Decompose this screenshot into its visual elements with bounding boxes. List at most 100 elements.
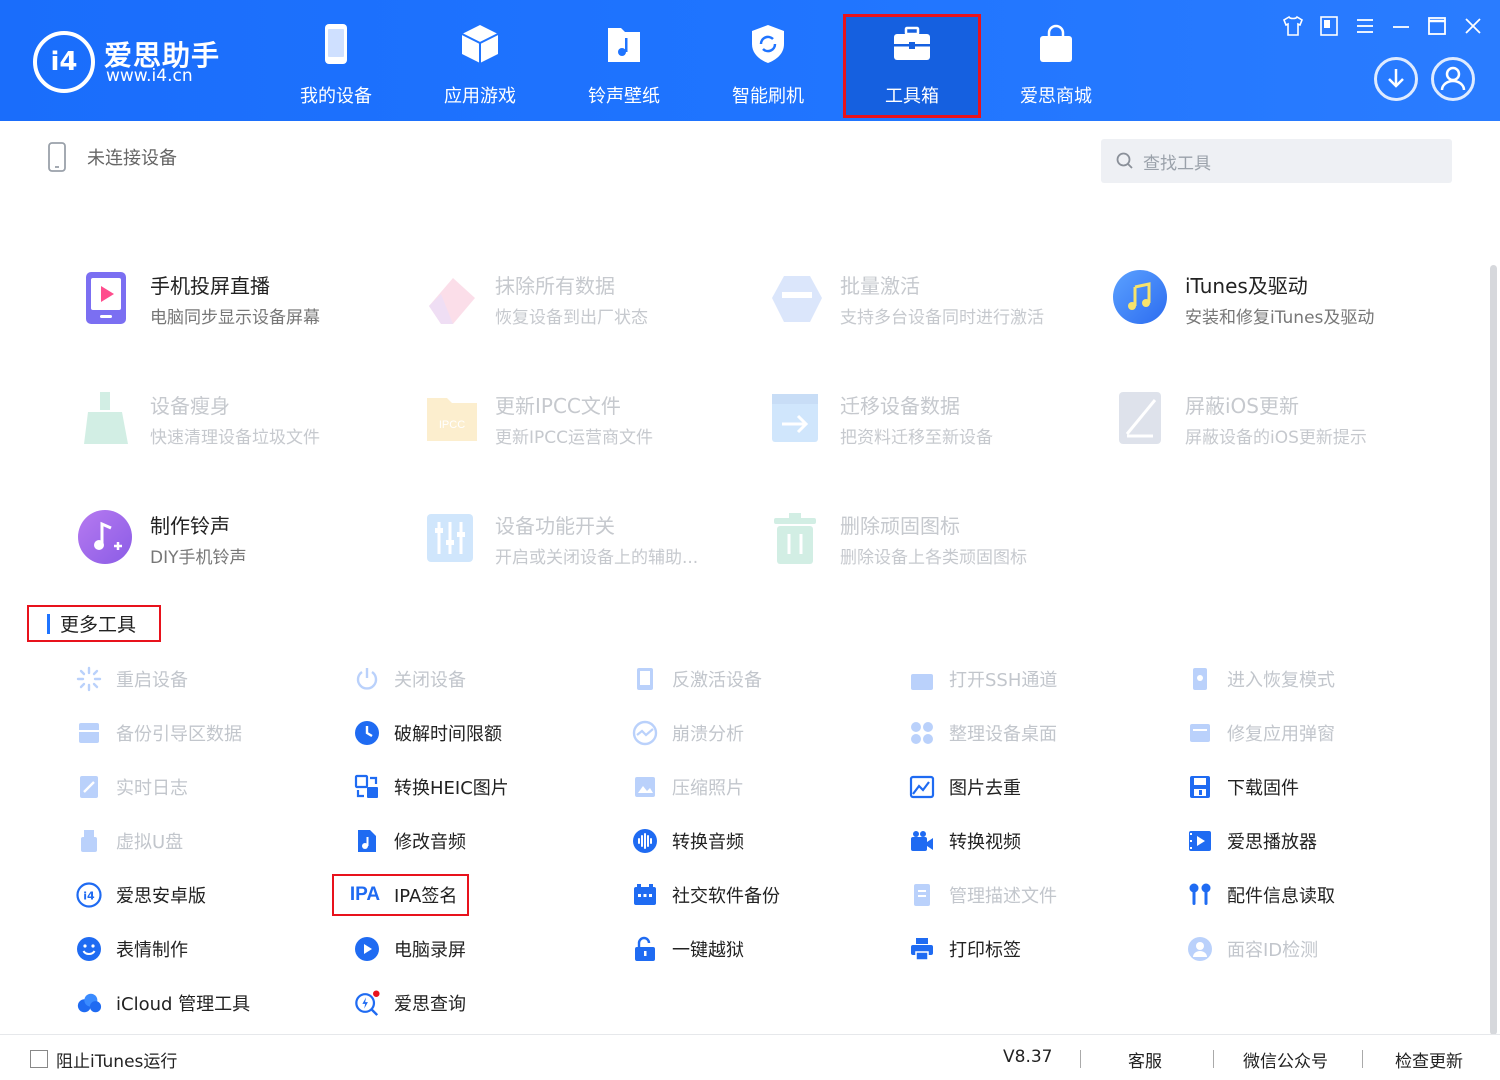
tool-screen-record[interactable]: 电脑录屏: [354, 932, 466, 966]
version-label: V8.37: [1003, 1047, 1053, 1067]
tool-emoji-maker[interactable]: 表情制作: [76, 932, 188, 966]
card-block-ios-update[interactable]: 屏蔽iOS更新 屏蔽设备的iOS更新提示: [1113, 390, 1443, 460]
tool-manage-profiles[interactable]: 管理描述文件: [909, 878, 1057, 912]
card-device-switches[interactable]: 设备功能开关 开启或关闭设备上的辅助...: [423, 510, 753, 580]
mini-mode-icon[interactable]: [1317, 14, 1341, 38]
card-make-ringtone[interactable]: 制作铃声 DIY手机铃声: [78, 510, 408, 580]
card-desc: 屏蔽设备的iOS更新提示: [1185, 428, 1367, 448]
unlock-icon: [635, 936, 655, 961]
tool-download-firmware[interactable]: 下载固件: [1187, 770, 1299, 804]
card-batch-activate[interactable]: 批量激活 支持多台设备同时进行激活: [768, 270, 1098, 340]
tool-recovery-mode[interactable]: 进入恢复模式: [1187, 662, 1335, 696]
tool-label: 爱思安卓版: [116, 886, 206, 907]
batch-activate-icon: [772, 276, 822, 322]
card-slim-device[interactable]: 设备瘦身 快速清理设备垃圾文件: [78, 390, 408, 460]
i4-logo-icon: i4: [33, 31, 95, 93]
block-itunes-checkbox[interactable]: [30, 1050, 48, 1068]
nav-store[interactable]: 爱思商城: [987, 14, 1125, 118]
block-itunes-label[interactable]: 阻止iTunes运行: [56, 1047, 177, 1072]
nav-smart-flash[interactable]: 智能刷机: [699, 14, 837, 118]
tool-organize-desktop[interactable]: 整理设备桌面: [909, 716, 1057, 750]
cloud-icon: [77, 993, 102, 1013]
download-icon: [1388, 69, 1404, 88]
tool-fix-app-popup[interactable]: 修复应用弹窗: [1187, 716, 1335, 750]
screen-cast-icon: [86, 272, 126, 324]
tool-open-ssh[interactable]: 打开SSH通道: [909, 662, 1057, 696]
tool-virtual-udisk[interactable]: 虚拟U盘: [76, 824, 183, 858]
music-note-icon: [1113, 270, 1167, 324]
tool-icloud-manager[interactable]: iCloud 管理工具: [76, 986, 250, 1020]
svg-text:i4: i4: [83, 890, 95, 903]
tool-accessory-info[interactable]: 配件信息读取: [1187, 878, 1335, 912]
ipcc-folder-icon: IPCC: [427, 398, 477, 441]
close-icon[interactable]: [1461, 14, 1485, 38]
card-desc: 把资料迁移至新设备: [840, 428, 993, 448]
scrollbar[interactable]: [1490, 265, 1497, 1035]
nav-apps-games[interactable]: 应用游戏: [411, 14, 549, 118]
toolbox-icon: [894, 26, 930, 60]
nav-my-device[interactable]: 我的设备: [267, 14, 405, 118]
footer-separator: [1213, 1050, 1214, 1068]
tool-label: 下载固件: [1227, 778, 1299, 799]
nav-label: 铃声壁纸: [588, 86, 660, 107]
earbuds-icon: [1189, 883, 1211, 905]
nav-ringtones-wallpapers[interactable]: 铃声壁纸: [555, 14, 693, 118]
tool-label: 电脑录屏: [394, 940, 466, 961]
nav-label: 智能刷机: [732, 86, 804, 107]
tool-crack-time-limit[interactable]: 破解时间限额: [354, 716, 502, 750]
migrate-icon: [772, 394, 818, 442]
minimize-icon[interactable]: [1389, 14, 1413, 38]
tool-realtime-log[interactable]: 实时日志: [76, 770, 188, 804]
customer-service-link[interactable]: 客服: [1128, 1047, 1162, 1072]
tool-convert-audio[interactable]: 转换音频: [632, 824, 744, 858]
skin-icon[interactable]: [1281, 14, 1305, 38]
tool-social-backup[interactable]: 社交软件备份: [632, 878, 780, 912]
download-center-button[interactable]: [1374, 57, 1418, 101]
card-title: 设备瘦身: [150, 394, 230, 418]
tool-i4-player[interactable]: 爱思播放器: [1187, 824, 1317, 858]
card-desc: 开启或关闭设备上的辅助...: [495, 548, 699, 568]
footer-separator: [1080, 1050, 1081, 1068]
tool-backup-boot[interactable]: 备份引导区数据: [76, 716, 242, 750]
tool-crash-analysis[interactable]: 崩溃分析: [632, 716, 744, 750]
tool-image-dedupe[interactable]: 图片去重: [909, 770, 1021, 804]
card-title: 制作铃声: [150, 514, 230, 538]
nav-toolbox[interactable]: 工具箱: [843, 14, 981, 118]
tool-convert-heic[interactable]: 转换HEIC图片: [354, 770, 509, 804]
maximize-icon[interactable]: [1425, 14, 1449, 38]
tool-print-label[interactable]: 打印标签: [909, 932, 1021, 966]
audio-file-icon: [358, 830, 376, 852]
tool-one-click-jailbreak[interactable]: 一键越狱: [632, 932, 744, 966]
card-desc: 安装和修复iTunes及驱动: [1185, 308, 1375, 328]
tool-i4-query[interactable]: 爱思查询: [354, 986, 466, 1020]
tool-label: 备份引导区数据: [116, 724, 242, 745]
tool-i4-android[interactable]: i4 爱思安卓版: [76, 878, 206, 912]
sliders-icon: [427, 514, 473, 562]
card-screen-cast[interactable]: 手机投屏直播 电脑同步显示设备屏幕: [78, 270, 408, 340]
user-account-button[interactable]: [1431, 57, 1475, 101]
wechat-account-link[interactable]: 微信公众号: [1243, 1047, 1328, 1072]
tool-deactivate-device[interactable]: 反激活设备: [632, 662, 762, 696]
more-tools-title: 更多工具: [60, 614, 137, 636]
tool-face-id-check[interactable]: 面容ID检测: [1187, 932, 1318, 966]
card-update-ipcc[interactable]: IPCC 更新IPCC文件 更新IPCC运营商文件: [423, 390, 753, 460]
card-title: 删除顽固图标: [840, 514, 960, 538]
nav-label: 应用游戏: [444, 86, 516, 107]
tool-search-input[interactable]: 查找工具: [1101, 139, 1452, 183]
deactivate-icon: [637, 668, 653, 690]
tool-convert-video[interactable]: 转换视频: [909, 824, 1021, 858]
menu-icon[interactable]: [1353, 14, 1377, 38]
tool-shutdown-device[interactable]: 关闭设备: [354, 662, 466, 696]
tool-restart-device[interactable]: 重启设备: [76, 662, 188, 696]
card-desc: DIY手机铃声: [150, 548, 247, 568]
download-firmware-icon: [1190, 776, 1210, 798]
card-delete-stubborn-icons[interactable]: 删除顽固图标 删除设备上各类顽固图标: [768, 510, 1098, 580]
tool-edit-audio[interactable]: 修改音频: [354, 824, 466, 858]
tool-compress-photo[interactable]: 压缩照片: [632, 770, 744, 804]
card-itunes-driver[interactable]: iTunes及驱动 安装和修复iTunes及驱动: [1113, 270, 1443, 340]
card-erase-data[interactable]: 抹除所有数据 恢复设备到出厂状态: [423, 270, 753, 340]
footer-separator: [1362, 1050, 1363, 1068]
card-migrate-data[interactable]: 迁移设备数据 把资料迁移至新设备: [768, 390, 1098, 460]
tool-ipa-sign[interactable]: IPA IPA签名: [332, 874, 470, 916]
check-update-link[interactable]: 检查更新: [1395, 1047, 1463, 1072]
